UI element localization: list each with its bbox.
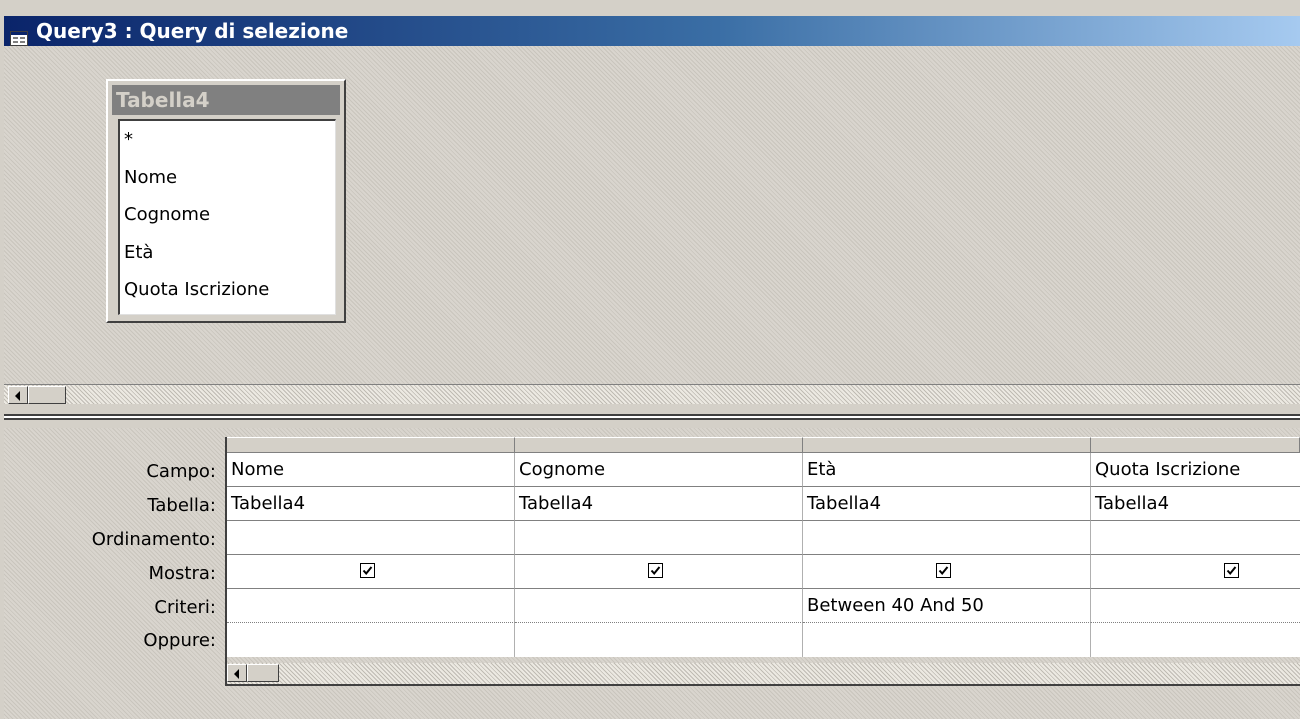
grid-cell-field[interactable]: Età xyxy=(803,453,1091,487)
scroll-left-button[interactable] xyxy=(227,664,247,682)
show-checkbox[interactable] xyxy=(360,563,375,578)
row-label-show: Mostra: xyxy=(148,563,216,584)
column-selector[interactable] xyxy=(1091,437,1300,453)
grid-cell-sort[interactable] xyxy=(803,521,1091,555)
grid-cell-criteria[interactable] xyxy=(227,589,515,623)
column-selector[interactable] xyxy=(803,437,1091,453)
show-checkbox[interactable] xyxy=(648,563,663,578)
checkmark-icon xyxy=(1226,566,1237,576)
column-selector[interactable] xyxy=(515,437,803,453)
row-label-or: Oppure: xyxy=(143,630,216,651)
grid-horizontal-scrollbar[interactable] xyxy=(227,663,1300,686)
show-checkbox[interactable] xyxy=(936,563,951,578)
checkmark-icon xyxy=(362,566,373,576)
checkmark-icon xyxy=(650,566,661,576)
scroll-thumb[interactable] xyxy=(247,664,279,682)
arrow-left-icon xyxy=(15,391,20,401)
column-selector[interactable] xyxy=(227,437,515,453)
field-list-item-cognome[interactable]: Cognome xyxy=(124,204,210,225)
grid-cell-field[interactable]: Cognome xyxy=(515,453,803,487)
grid-cell-field[interactable]: Quota Iscrizione xyxy=(1091,453,1300,487)
field-list-window[interactable]: Tabella4 * Nome Cognome Età Quota Iscriz… xyxy=(106,79,346,323)
field-list-item-nome[interactable]: Nome xyxy=(124,167,177,188)
grid-cell-table[interactable]: Tabella4 xyxy=(1091,487,1300,521)
grid-cell-or[interactable] xyxy=(227,623,515,657)
query-design-grid: Nome Tabella4 Cognome Tabella4 Età Tabel… xyxy=(225,437,1300,686)
checkmark-icon xyxy=(938,566,949,576)
window-title: Query3 : Query di selezione xyxy=(36,19,349,43)
grid-cell-criteria[interactable] xyxy=(1091,589,1300,623)
field-list-item-eta[interactable]: Età xyxy=(124,242,153,263)
arrow-left-icon xyxy=(234,669,239,679)
grid-cell-show[interactable] xyxy=(803,555,1091,589)
grid-cell-criteria[interactable]: Between 40 And 50 xyxy=(803,589,1091,623)
grid-cell-sort[interactable] xyxy=(515,521,803,555)
field-list-box: * Nome Cognome Età Quota Iscrizione xyxy=(118,119,336,315)
upper-horizontal-scrollbar[interactable] xyxy=(4,384,1300,404)
grid-cell-table[interactable]: Tabella4 xyxy=(227,487,515,521)
grid-cell-sort[interactable] xyxy=(1091,521,1300,555)
pane-splitter[interactable] xyxy=(4,404,1300,428)
grid-cell-criteria[interactable] xyxy=(515,589,803,623)
title-bar[interactable]: Query3 : Query di selezione xyxy=(4,16,1300,46)
grid-cell-or[interactable] xyxy=(1091,623,1300,657)
show-checkbox[interactable] xyxy=(1224,563,1239,578)
grid-cell-table[interactable]: Tabella4 xyxy=(515,487,803,521)
scroll-left-button[interactable] xyxy=(8,386,28,404)
row-label-table: Tabella: xyxy=(147,495,216,516)
grid-cell-sort[interactable] xyxy=(227,521,515,555)
grid-cell-field[interactable]: Nome xyxy=(227,453,515,487)
grid-cell-or[interactable] xyxy=(803,623,1091,657)
row-label-criteria: Criteri: xyxy=(154,597,216,618)
row-label-sort: Ordinamento: xyxy=(91,529,216,550)
row-label-field: Campo: xyxy=(146,461,216,482)
query-design-window: Query3 : Query di selezione Tabella4 * N… xyxy=(0,0,1300,719)
grid-cell-or[interactable] xyxy=(515,623,803,657)
scroll-thumb[interactable] xyxy=(28,386,66,404)
field-list-item-quota[interactable]: Quota Iscrizione xyxy=(124,279,269,300)
grid-cell-show[interactable] xyxy=(227,555,515,589)
splitter-line xyxy=(4,418,1300,420)
grid-cell-table[interactable]: Tabella4 xyxy=(803,487,1091,521)
query-icon xyxy=(10,24,28,46)
grid-cell-show[interactable] xyxy=(1091,555,1300,589)
grid-cell-show[interactable] xyxy=(515,555,803,589)
field-list-item-all[interactable]: * xyxy=(124,129,133,150)
field-list-title[interactable]: Tabella4 xyxy=(112,85,340,115)
